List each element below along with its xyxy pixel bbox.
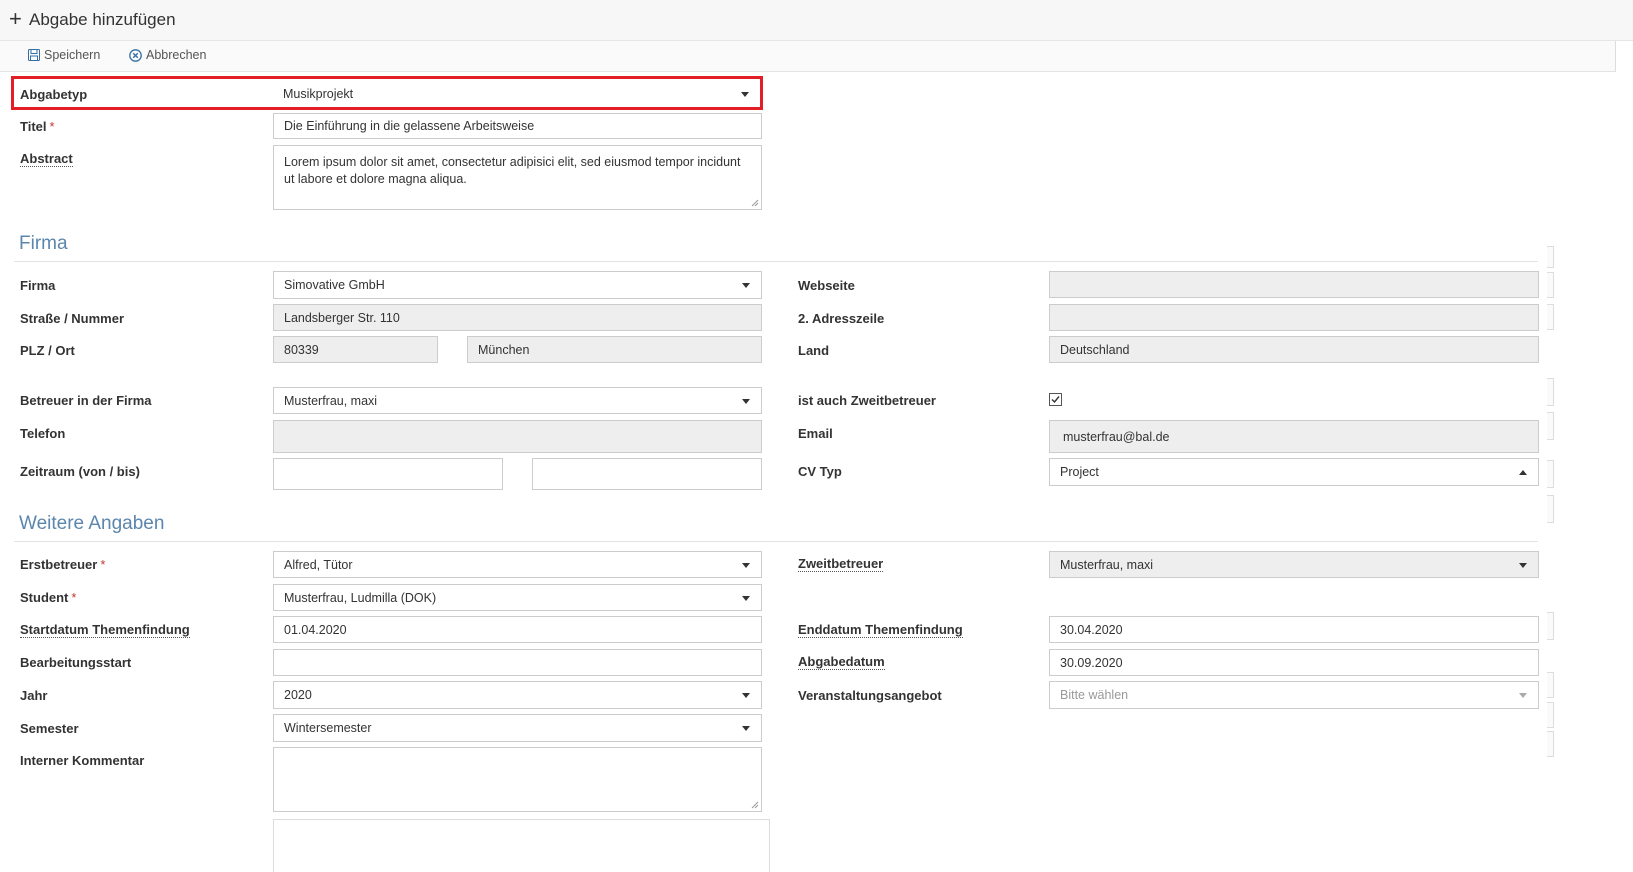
checkmark-icon <box>1051 396 1060 404</box>
resize-grip-icon[interactable] <box>751 199 759 207</box>
ort-input[interactable]: München <box>467 336 762 363</box>
veranstaltungsangebot-select[interactable]: Bitte wählen <box>1049 681 1539 709</box>
zweitbetreuer-checkbox[interactable] <box>1049 393 1062 406</box>
side-tab <box>1547 731 1554 757</box>
section-divider <box>14 261 1538 262</box>
abgabetyp-label: Abgabetyp <box>20 87 88 102</box>
page-header: + Abgabe hinzufügen <box>0 0 1633 41</box>
titel-input[interactable]: Die Einführung in die gelassene Arbeitsw… <box>273 113 762 139</box>
adresszeile2-input[interactable] <box>1049 304 1539 331</box>
bearbeitungsstart-label: Bearbeitungsstart <box>20 655 132 670</box>
jahr-select[interactable]: 2020 <box>273 681 762 709</box>
page-title: Abgabe hinzufügen <box>29 10 176 29</box>
email-input[interactable]: musterfrau@bal.de <box>1049 420 1539 453</box>
semester-label: Semester <box>20 721 79 736</box>
land-input[interactable]: Deutschland <box>1049 336 1539 363</box>
zweitbetreuer-label: Zweitbetreuer <box>798 556 884 572</box>
floppy-disk-icon <box>28 49 40 61</box>
zeitraum-bis-input[interactable] <box>532 458 762 490</box>
student-label: Student * <box>20 590 77 605</box>
land-label: Land <box>798 343 830 358</box>
zweitbetreuer-select[interactable]: Musterfrau, maxi <box>1049 551 1539 578</box>
firma-select[interactable]: Simovative GmbH <box>273 271 762 299</box>
save-button-label: Speichern <box>44 48 101 62</box>
next-field-partial <box>273 819 770 872</box>
toolbar: Speichern Abbrechen <box>0 41 1616 72</box>
section-divider <box>14 541 1538 542</box>
side-tab <box>1547 246 1554 268</box>
zeitraum-label: Zeitraum (von / bis) <box>20 464 140 479</box>
circle-x-icon <box>129 48 142 62</box>
plus-icon: + <box>9 6 22 31</box>
cv-typ-label: CV Typ <box>798 464 842 479</box>
cancel-button[interactable]: Abbrechen <box>129 48 206 62</box>
strasse-input[interactable]: Landsberger Str. 110 <box>273 304 762 331</box>
side-tab <box>1547 495 1554 523</box>
webseite-label: Webseite <box>798 278 855 293</box>
section-title-firma: Firma <box>19 233 68 254</box>
student-select[interactable]: Musterfrau, Ludmilla (DOK) <box>273 584 762 611</box>
cv-typ-select[interactable]: Project <box>1049 458 1539 486</box>
side-tab <box>1547 702 1554 728</box>
cancel-button-label: Abbrechen <box>146 48 207 62</box>
startdatum-label: Startdatum Themenfindung <box>20 622 190 638</box>
side-tab <box>1547 672 1554 698</box>
enddatum-input[interactable]: 30.04.2020 <box>1049 616 1539 643</box>
enddatum-label: Enddatum Themenfindung <box>798 622 963 638</box>
abgabedatum-input[interactable]: 30.09.2020 <box>1049 649 1539 676</box>
strasse-label: Straße / Nummer <box>20 311 125 326</box>
side-tab <box>1547 272 1554 298</box>
side-tab <box>1547 612 1554 640</box>
section-title-weitere-angaben: Weitere Angaben <box>19 513 165 534</box>
erstbetreuer-select[interactable]: Alfred, Tütor <box>273 551 762 578</box>
abgabedatum-label: Abgabedatum <box>798 654 885 670</box>
side-tab <box>1547 460 1554 488</box>
telefon-input[interactable] <box>273 420 762 453</box>
plz-ort-label: PLZ / Ort <box>20 343 75 358</box>
resize-grip-icon[interactable] <box>751 801 759 809</box>
abgabetyp-select[interactable]: Musikprojekt <box>273 80 760 107</box>
semester-select[interactable]: Wintersemester <box>273 714 762 742</box>
side-tab <box>1547 378 1554 406</box>
betreuer-firma-label: Betreuer in der Firma <box>20 393 152 408</box>
telefon-label: Telefon <box>20 426 66 441</box>
abstract-label: Abstract <box>20 151 73 167</box>
jahr-label: Jahr <box>20 688 48 703</box>
plz-input[interactable]: 80339 <box>273 336 438 363</box>
veranstaltungsangebot-label: Veranstaltungsangebot <box>798 688 942 703</box>
side-tab <box>1547 412 1554 440</box>
save-button[interactable]: Speichern <box>28 48 100 62</box>
side-tab <box>1547 304 1554 330</box>
zeitraum-von-input[interactable] <box>273 458 503 490</box>
webseite-input[interactable] <box>1049 271 1539 298</box>
betreuer-firma-select[interactable]: Musterfrau, maxi <box>273 387 762 414</box>
abstract-textarea[interactable]: Lorem ipsum dolor sit amet, consectetur … <box>273 145 762 210</box>
firma-label: Firma <box>20 278 56 293</box>
adresszeile2-label: 2. Adresszeile <box>798 311 885 326</box>
kommentar-label: Interner Kommentar <box>20 753 145 768</box>
bearbeitungsstart-input[interactable] <box>273 649 762 676</box>
erstbetreuer-label: Erstbetreuer * <box>20 557 106 572</box>
kommentar-textarea[interactable] <box>273 747 762 812</box>
titel-label: Titel * <box>20 119 55 134</box>
zweitbetreuer-flag-label: ist auch Zweitbetreuer <box>798 393 936 408</box>
email-label: Email <box>798 426 833 441</box>
startdatum-input[interactable]: 01.04.2020 <box>273 616 762 643</box>
